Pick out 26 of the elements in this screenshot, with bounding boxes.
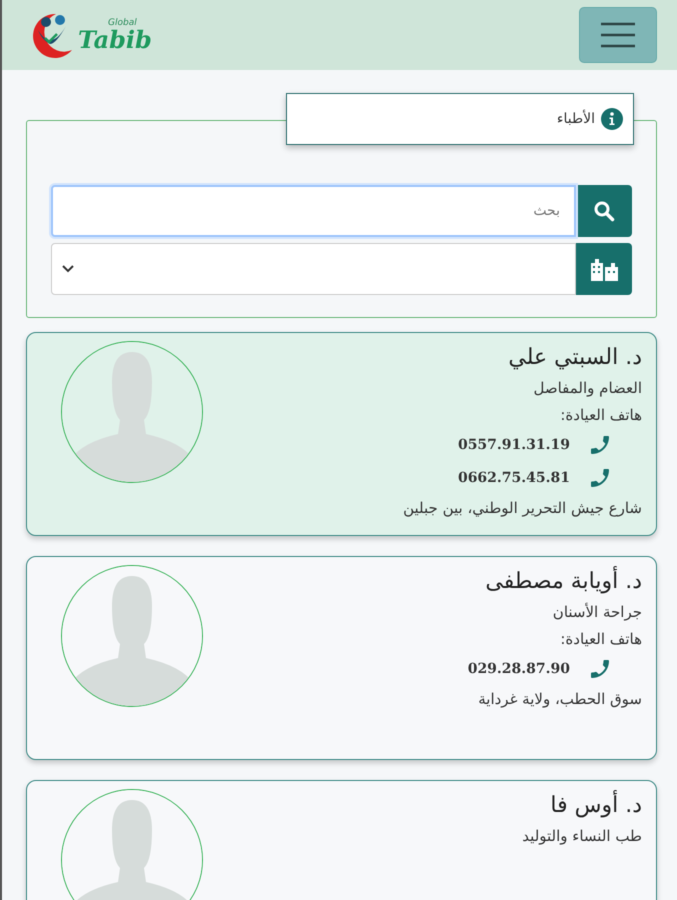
- phone-icon: [588, 657, 612, 681]
- phone-label: هاتف العيادة:: [559, 406, 642, 424]
- phone-number[interactable]: 029.28.87.90: [468, 661, 570, 677]
- logo-tagline: Global: [107, 18, 138, 28]
- info-icon: [601, 108, 623, 130]
- doctor-name: د. السبتي علي: [507, 345, 642, 370]
- phone-number[interactable]: 0662.75.45.81: [458, 470, 570, 486]
- doctor-card[interactable]: د. أوس فا طب النساء والتوليد: [26, 780, 657, 900]
- chevron-icon: [62, 265, 74, 273]
- doctor-specialty: طب النساء والتوليد: [522, 827, 642, 845]
- menu-button[interactable]: [579, 7, 657, 63]
- doctor-specialty: جراحة الأسنان: [552, 603, 642, 621]
- logo-text: Tabib: [78, 28, 152, 52]
- phone-icon: [588, 433, 612, 457]
- phone-number[interactable]: 0557.91.31.19: [458, 437, 570, 453]
- phone-icon: [588, 466, 612, 490]
- doctor-specialty: العضام والمفاصل: [532, 379, 642, 397]
- search-icon: [593, 200, 615, 222]
- search-button[interactable]: [576, 185, 632, 237]
- doctor-address: شارع جيش التحرير الوطني، بين جبلين: [403, 499, 642, 517]
- phone-label: هاتف العيادة:: [559, 630, 642, 648]
- doctor-address: سوق الحطب، ولاية غرداية: [477, 690, 642, 708]
- search-field[interactable]: بحث: [51, 185, 576, 237]
- legend-title: الأطباء: [556, 111, 595, 127]
- menu-icon: [601, 22, 635, 48]
- city-icon: [589, 257, 619, 281]
